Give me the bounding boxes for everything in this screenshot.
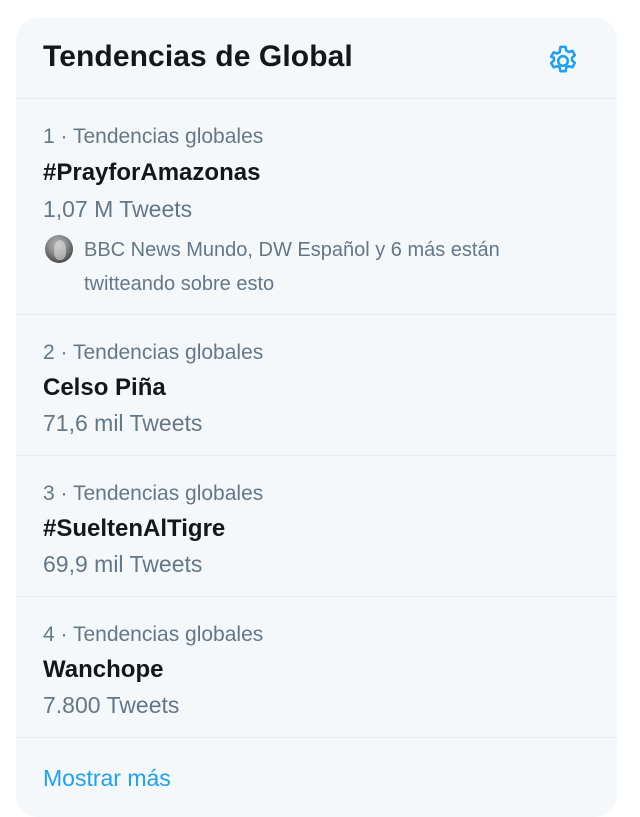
show-more-link[interactable]: Mostrar más: [43, 765, 171, 792]
trend-tweet-count: 7.800 Tweets: [43, 692, 180, 718]
trend-tweet-count: 1,07 M Tweets: [43, 196, 193, 222]
trend-tweet-count: 69,9 mil Tweets: [43, 551, 203, 577]
trends-header: Tendencias de Global: [16, 18, 617, 99]
settings-button[interactable]: [544, 42, 582, 80]
trend-context-text: BBC News Mundo, DW Español y 6 más están…: [84, 239, 500, 295]
trend-item-3[interactable]: 3 · Tendencias globales #SueltenAlTigre …: [16, 456, 617, 597]
trends-title: Tendencias de Global: [43, 40, 353, 73]
trend-name: Wanchope: [43, 656, 164, 683]
trend-item-2[interactable]: 2 · Tendencias globales Celso Piña 71,6 …: [16, 315, 617, 456]
trend-rank-category: 2 · Tendencias globales: [43, 341, 264, 364]
trend-name: Celso Piña: [43, 374, 166, 401]
trend-item-4[interactable]: 4 · Tendencias globales Wanchope 7.800 T…: [16, 597, 617, 738]
trend-item-1[interactable]: 1 · Tendencias globales #PrayforAmazonas…: [16, 99, 617, 315]
avatar: [45, 235, 73, 263]
gear-icon: [549, 45, 577, 73]
trend-name: #SueltenAlTigre: [43, 515, 226, 542]
trend-rank-category: 3 · Tendencias globales: [43, 482, 264, 505]
trend-tweet-count: 71,6 mil Tweets: [43, 410, 203, 436]
trend-rank-category: 1 · Tendencias globales: [43, 125, 264, 148]
trends-card: Tendencias de Global 1 · Tendencias glob…: [16, 18, 617, 817]
trend-name: #PrayforAmazonas: [43, 159, 261, 186]
trend-rank-category: 4 · Tendencias globales: [43, 623, 264, 646]
